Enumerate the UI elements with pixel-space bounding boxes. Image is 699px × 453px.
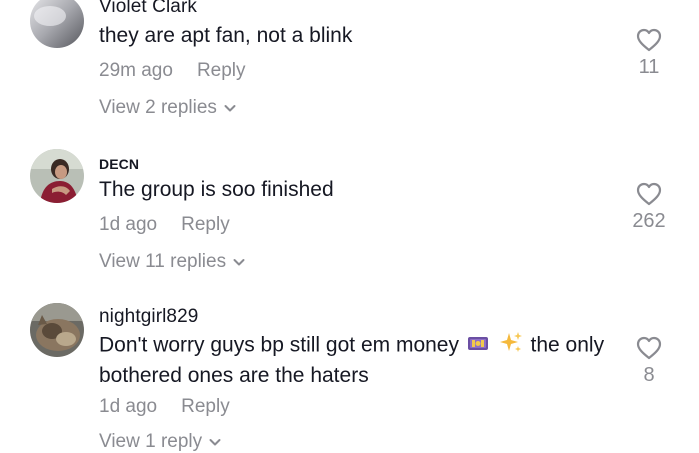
comment-text: The group is soo finished: [99, 178, 334, 201]
view-replies-button[interactable]: View 2 replies: [99, 97, 237, 119]
like-control: 11: [614, 28, 684, 79]
avatar[interactable]: [30, 149, 84, 203]
heart-outline-icon[interactable]: [636, 28, 662, 52]
like-control: 8: [614, 336, 684, 387]
comment-username[interactable]: Violet Clark: [99, 0, 197, 18]
like-count: 11: [638, 56, 660, 78]
comment-item: nightgirl829 Don't worry guys bp still g…: [0, 290, 699, 453]
reply-button[interactable]: Reply: [181, 396, 230, 418]
comment-item: DECN The group is soo finished 1d ago Rep…: [0, 140, 699, 290]
view-replies-label: View 1 reply: [99, 431, 203, 452]
sparkles-emoji: [499, 330, 523, 362]
chevron-down-icon: [209, 438, 221, 446]
comment-username[interactable]: DECN: [99, 156, 139, 172]
reply-button[interactable]: Reply: [181, 214, 230, 236]
avatar[interactable]: [30, 0, 84, 48]
avatar[interactable]: [30, 303, 84, 357]
comment-time: 1d ago: [99, 214, 158, 235]
comment-username[interactable]: nightgirl829: [99, 306, 198, 328]
comment-time: 29m ago: [99, 60, 173, 81]
comment-meta: 1d ago Reply: [99, 214, 230, 236]
heart-outline-icon[interactable]: [636, 182, 662, 206]
comment-meta: 29m ago Reply: [99, 60, 246, 82]
heart-outline-icon[interactable]: [636, 336, 662, 360]
comment-meta: 1d ago Reply: [99, 396, 230, 418]
money-with-wings-emoji: [467, 332, 489, 360]
comment-item: Violet Clark they are apt fan, not a bli…: [0, 0, 699, 140]
chevron-down-icon: [233, 258, 245, 266]
view-replies-button[interactable]: View 11 replies: [99, 251, 246, 273]
view-replies-label: View 2 replies: [99, 97, 217, 118]
comment-text: Don't worry guys bp still got em money t…: [99, 330, 619, 390]
like-control: 262: [614, 182, 684, 233]
comment-text: they are apt fan, not a blink: [99, 24, 353, 47]
like-count: 262: [632, 210, 666, 232]
chevron-down-icon: [224, 104, 236, 112]
view-replies-label: View 11 replies: [99, 251, 227, 272]
like-count: 8: [643, 364, 655, 386]
comment-text-part: Don't worry guys bp still got em money: [99, 333, 459, 357]
comment-time: 1d ago: [99, 396, 158, 417]
reply-button[interactable]: Reply: [197, 60, 246, 82]
view-replies-button[interactable]: View 1 reply: [99, 431, 222, 453]
